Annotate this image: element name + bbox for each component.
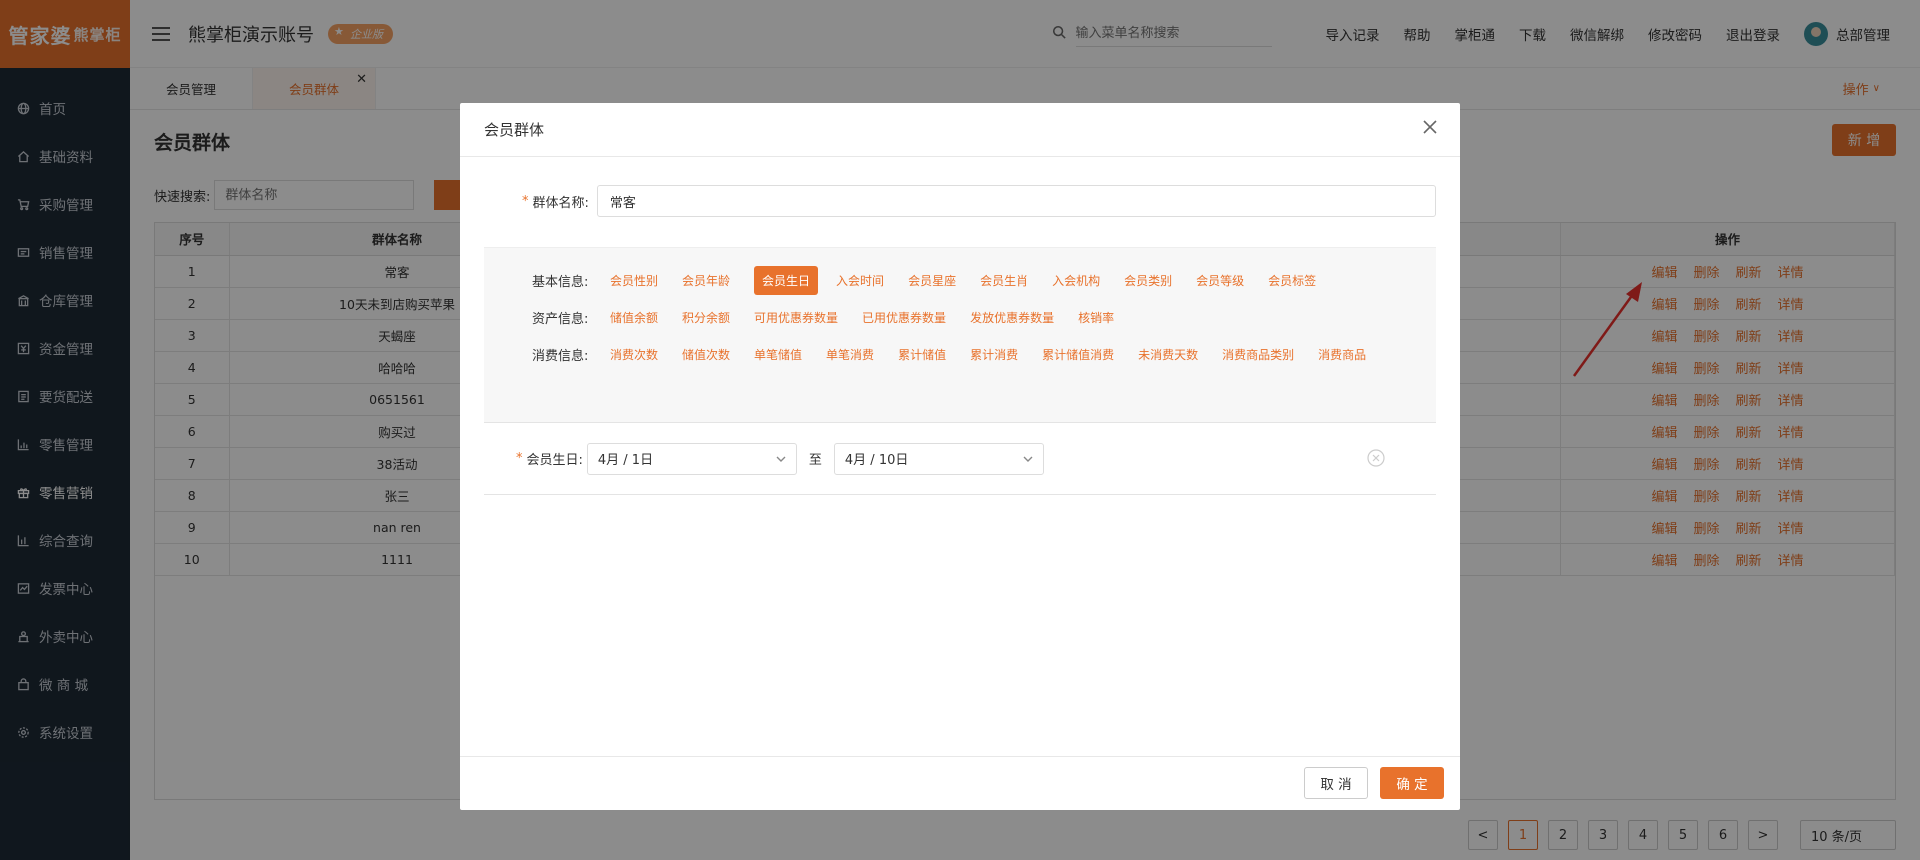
condition-chip[interactable]: 会员生日	[754, 266, 819, 295]
condition-chip[interactable]: 累计消费	[970, 340, 1018, 369]
condition-chip[interactable]: 累计储值	[898, 340, 946, 369]
condition-chip[interactable]: 会员等级	[1196, 266, 1244, 295]
confirm-button[interactable]: 确 定	[1380, 767, 1444, 799]
birthday-to-value: 4月 / 10日	[844, 453, 909, 468]
dialog-title: 会员群体	[460, 103, 1460, 157]
condition-group-label: 消费信息:	[532, 349, 589, 364]
birthday-label: 会员生日:	[526, 453, 583, 468]
birthday-from-select[interactable]: 4月 / 1日	[586, 442, 797, 475]
condition-group: 基本信息: 会员性别 会员年龄 会员生日 入会时间 会员星座 会员生肖 入会机构 会员类别 会员等…	[532, 266, 1340, 295]
dialog-footer: 取 消 确 定	[460, 756, 1460, 810]
condition-chip[interactable]: 消费商品类别	[1222, 340, 1294, 369]
condition-chip[interactable]: 未消费天数	[1138, 340, 1198, 369]
condition-chip[interactable]: 核销率	[1078, 303, 1114, 332]
condition-chip[interactable]: 会员生肖	[980, 266, 1028, 295]
condition-chip[interactable]: 已用优惠券数量	[862, 303, 946, 332]
cancel-button[interactable]: 取 消	[1304, 767, 1368, 799]
condition-chip[interactable]: 消费商品	[1318, 340, 1366, 369]
condition-chip[interactable]: 单笔储值	[754, 340, 802, 369]
condition-chip[interactable]: 储值次数	[682, 340, 730, 369]
remove-condition-icon[interactable]	[1366, 448, 1386, 468]
condition-chip[interactable]: 会员标签	[1268, 266, 1316, 295]
member-group-dialog: 会员群体 * 群体名称: 基本信息:会员性别会员年龄会员生日入会时间会员星座会员…	[460, 103, 1460, 810]
close-icon[interactable]	[1422, 119, 1442, 139]
condition-chip[interactable]: 会员类别	[1124, 266, 1172, 295]
condition-chip[interactable]: 可用优惠券数量	[754, 303, 838, 332]
condition-chip[interactable]: 累计储值消费	[1042, 340, 1114, 369]
birthday-to-select[interactable]: 4月 / 10日	[833, 442, 1044, 475]
birthday-condition-row: * 会员生日: 4月 / 1日 至 4月 / 10日	[484, 423, 1436, 495]
condition-chip[interactable]: 储值余额	[610, 303, 658, 332]
chevron-down-icon	[776, 453, 786, 463]
condition-chip[interactable]: 单笔消费	[826, 340, 874, 369]
required-mark: *	[522, 193, 529, 209]
condition-chip[interactable]: 会员星座	[908, 266, 956, 295]
range-separator: 至	[808, 453, 822, 468]
condition-chip[interactable]: 入会机构	[1052, 266, 1100, 295]
condition-group-label: 资产信息:	[532, 312, 589, 327]
condition-group: 资产信息: 储值余额 积分余额 可用优惠券数量 已用优惠券数量 发放优惠券数量 核销率	[532, 303, 1138, 332]
chevron-down-icon	[1023, 453, 1033, 463]
condition-group-label: 基本信息:	[532, 275, 589, 290]
required-mark: *	[516, 451, 523, 466]
condition-chip[interactable]: 发放优惠券数量	[970, 303, 1054, 332]
group-name-input[interactable]	[596, 185, 1436, 217]
condition-group: 消费信息: 消费次数 储值次数 单笔储值 单笔消费 累计储值 累计消费 累计储值消费 未消费天数…	[532, 340, 1390, 369]
birthday-from-value: 4月 / 1日	[597, 453, 654, 468]
condition-chip[interactable]: 消费次数	[610, 340, 658, 369]
condition-chip[interactable]: 会员性别	[610, 266, 658, 295]
condition-picker: 基本信息: 会员性别 会员年龄 会员生日 入会时间 会员星座 会员生肖 入会机构 会员类别 会员等…	[484, 247, 1436, 423]
condition-chip[interactable]: 积分余额	[682, 303, 730, 332]
group-name-row: * 群体名称:	[484, 185, 1436, 217]
condition-chip[interactable]: 会员年龄	[682, 266, 730, 295]
condition-chip[interactable]: 入会时间	[836, 266, 884, 295]
group-name-label: 群体名称:	[532, 195, 589, 211]
